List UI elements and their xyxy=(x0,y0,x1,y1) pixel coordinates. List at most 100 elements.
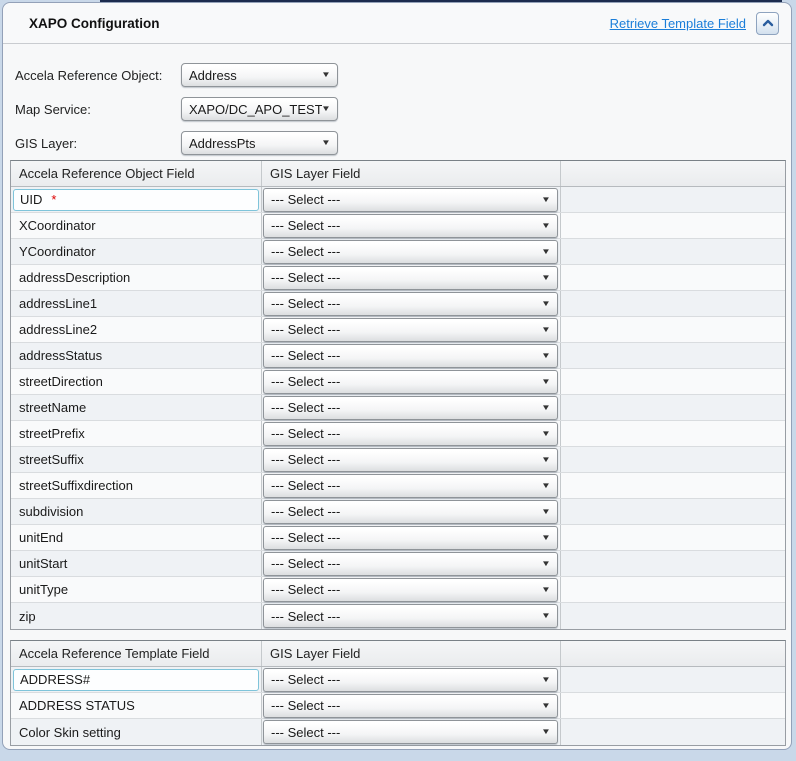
field-name-text: UID xyxy=(20,192,42,207)
reference-field-cell: zip xyxy=(11,603,262,629)
table-row: zip --- Select ---▼ xyxy=(11,603,785,629)
gis-layer-field-select[interactable]: --- Select ---▼ xyxy=(263,694,558,718)
table-row: XCoordinator--- Select ---▼ xyxy=(11,213,785,239)
reference-field-cell: Color Skin setting xyxy=(11,719,262,745)
field-name-text: zip xyxy=(19,609,36,624)
retrieve-template-field-link[interactable]: Retrieve Template Field xyxy=(610,16,746,31)
table-row: addressDescription--- Select ---▼ xyxy=(11,265,785,291)
field-name-text: YCoordinator xyxy=(19,244,96,259)
selected-value: --- Select --- xyxy=(271,426,542,441)
panel-title: XAPO Configuration xyxy=(29,16,610,31)
selected-value: XAPO/DC_APO_TEST xyxy=(189,102,322,117)
gis-layer-field-select[interactable]: --- Select ---▼ xyxy=(263,266,558,290)
field-name-label: streetPrefix xyxy=(13,423,259,445)
field-name-label: Color Skin setting xyxy=(13,721,259,743)
empty-cell xyxy=(561,525,785,550)
empty-cell xyxy=(561,187,785,212)
gis-layer-field-select[interactable]: --- Select ---▼ xyxy=(263,318,558,342)
empty-cell xyxy=(561,603,785,629)
gis-layer-field-select[interactable]: --- Select ---▼ xyxy=(263,604,558,628)
table-body: ADDRESS#--- Select ---▼ADDRESS STATUS---… xyxy=(11,667,785,745)
empty-cell xyxy=(561,317,785,342)
selected-value: --- Select --- xyxy=(271,530,542,545)
gis-field-cell: --- Select ---▼ xyxy=(262,525,561,550)
table-row: unitType --- Select ---▼ xyxy=(11,577,785,603)
gis-layer-field-select[interactable]: --- Select ---▼ xyxy=(263,344,558,368)
field-name-input[interactable]: UID * xyxy=(13,189,259,211)
selected-value: --- Select --- xyxy=(271,452,542,467)
reference-field-cell: unitStart xyxy=(11,551,262,576)
empty-cell xyxy=(561,693,785,718)
form-row-gis-layer: GIS Layer: AddressPts ▼ xyxy=(15,126,786,160)
xapo-configuration-panel: XAPO Configuration Retrieve Template Fie… xyxy=(2,2,792,750)
caret-down-icon: ▼ xyxy=(541,702,551,710)
gis-layer-field-select[interactable]: --- Select ---▼ xyxy=(263,526,558,550)
caret-down-icon: ▼ xyxy=(321,139,331,147)
field-name-input[interactable]: ADDRESS# xyxy=(13,669,259,691)
empty-cell xyxy=(561,667,785,692)
field-name-text: streetDirection xyxy=(19,374,103,389)
reference-field-cell: addressLine2 xyxy=(11,317,262,342)
caret-down-icon: ▼ xyxy=(321,105,331,113)
gis-field-cell: --- Select ---▼ xyxy=(262,667,561,692)
gis-field-cell: --- Select ---▼ xyxy=(262,473,561,498)
gis-layer-select[interactable]: AddressPts ▼ xyxy=(181,131,338,155)
gis-layer-field-select[interactable]: --- Select ---▼ xyxy=(263,292,558,316)
caret-down-icon: ▼ xyxy=(541,560,551,568)
accela-reference-object-select[interactable]: Address ▼ xyxy=(181,63,338,87)
empty-cell xyxy=(561,447,785,472)
gis-layer-field-select[interactable]: --- Select ---▼ xyxy=(263,422,558,446)
reference-field-cell: addressStatus xyxy=(11,343,262,368)
gis-field-cell: --- Select ---▼ xyxy=(262,369,561,394)
selected-value: --- Select --- xyxy=(271,725,542,740)
field-name-label: streetName xyxy=(13,397,259,419)
required-asterisk: * xyxy=(51,192,56,207)
table-row: subdivision--- Select ---▼ xyxy=(11,499,785,525)
gis-layer-field-select[interactable]: --- Select ---▼ xyxy=(263,578,558,602)
selected-value: --- Select --- xyxy=(271,270,542,285)
template-field-mapping-table: Accela Reference Template Field GIS Laye… xyxy=(10,640,786,746)
empty-cell xyxy=(561,421,785,446)
field-name-label: addressDescription xyxy=(13,267,259,289)
selected-value: --- Select --- xyxy=(271,244,542,259)
field-name-label: addressLine1 xyxy=(13,293,259,315)
gis-layer-field-select[interactable]: --- Select ---▼ xyxy=(263,500,558,524)
caret-down-icon: ▼ xyxy=(541,274,551,282)
reference-field-cell: addressLine1 xyxy=(11,291,262,316)
table-row: UID * --- Select ---▼ xyxy=(11,187,785,213)
object-field-mapping-table: Accela Reference Object Field GIS Layer … xyxy=(10,160,786,630)
field-name-label: unitEnd xyxy=(13,527,259,549)
table-row: streetName --- Select ---▼ xyxy=(11,395,785,421)
gis-field-cell: --- Select ---▼ xyxy=(262,693,561,718)
gis-field-cell: --- Select ---▼ xyxy=(262,239,561,264)
gis-layer-field-select[interactable]: --- Select ---▼ xyxy=(263,188,558,212)
gis-layer-field-select[interactable]: --- Select ---▼ xyxy=(263,474,558,498)
table-row: ADDRESS#--- Select ---▼ xyxy=(11,667,785,693)
gis-layer-field-select[interactable]: --- Select ---▼ xyxy=(263,720,558,744)
table-row: addressLine1--- Select ---▼ xyxy=(11,291,785,317)
field-name-text: streetPrefix xyxy=(19,426,85,441)
column-header-reference-template-field: Accela Reference Template Field xyxy=(11,641,262,666)
reference-field-cell: streetName xyxy=(11,395,262,420)
reference-field-cell: streetPrefix xyxy=(11,421,262,446)
map-service-select[interactable]: XAPO/DC_APO_TEST ▼ xyxy=(181,97,338,121)
gis-field-cell: --- Select ---▼ xyxy=(262,551,561,576)
column-header-empty xyxy=(561,641,785,666)
field-name-text: unitEnd xyxy=(19,530,63,545)
field-name-text: unitType xyxy=(19,582,68,597)
caret-down-icon: ▼ xyxy=(541,352,551,360)
gis-layer-field-select[interactable]: --- Select ---▼ xyxy=(263,214,558,238)
gis-layer-field-select[interactable]: --- Select ---▼ xyxy=(263,370,558,394)
field-name-text: streetName xyxy=(19,400,86,415)
selected-value: Address xyxy=(189,68,322,83)
gis-layer-field-select[interactable]: --- Select ---▼ xyxy=(263,668,558,692)
collapse-button[interactable] xyxy=(756,12,779,35)
gis-layer-field-select[interactable]: --- Select ---▼ xyxy=(263,240,558,264)
gis-layer-field-select[interactable]: --- Select ---▼ xyxy=(263,396,558,420)
table-row: addressStatus--- Select ---▼ xyxy=(11,343,785,369)
chevron-up-icon xyxy=(761,17,775,29)
empty-cell xyxy=(561,369,785,394)
gis-layer-field-select[interactable]: --- Select ---▼ xyxy=(263,552,558,576)
table-row: addressLine2--- Select ---▼ xyxy=(11,317,785,343)
gis-layer-field-select[interactable]: --- Select ---▼ xyxy=(263,448,558,472)
